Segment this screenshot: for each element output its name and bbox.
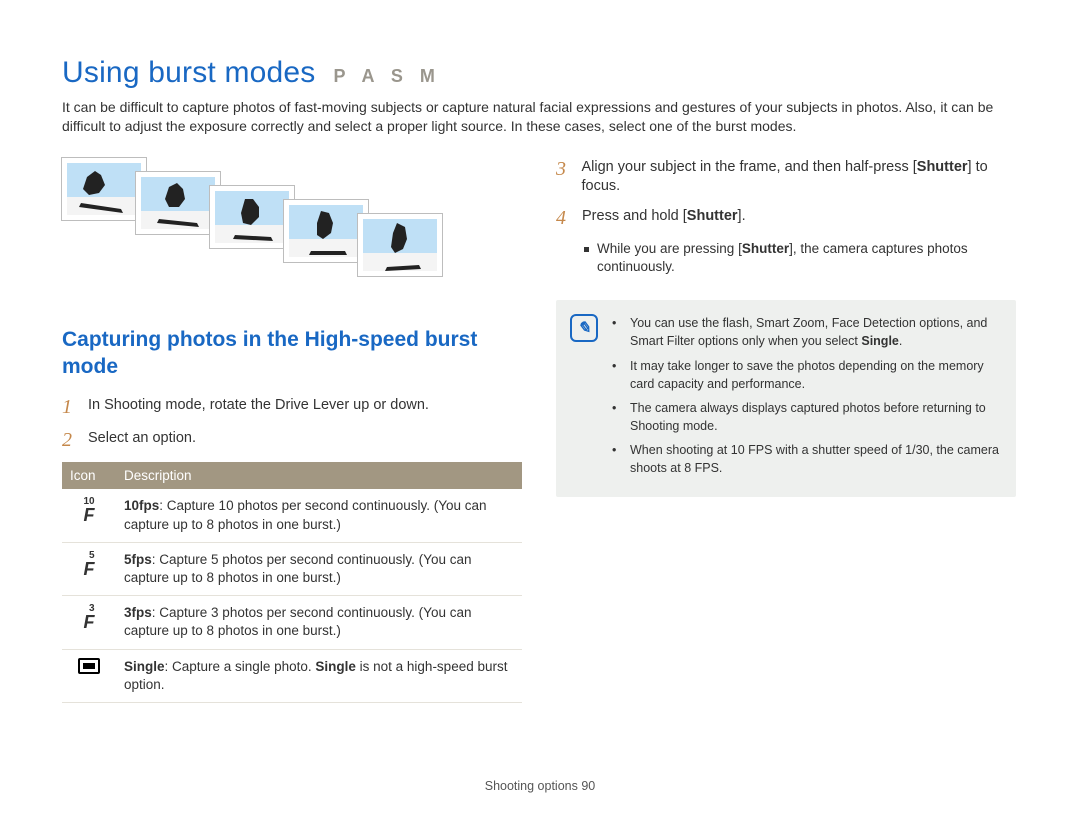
left-column: Capturing photos in the High-speed burst… xyxy=(62,158,522,703)
title-row: Using burst modes P A S M xyxy=(62,56,1018,90)
th-description: Description xyxy=(116,462,522,489)
th-icon: Icon xyxy=(62,462,116,489)
page-footer: Shooting options 90 xyxy=(0,779,1080,793)
fps-10-icon: 10F xyxy=(83,497,94,523)
note-item: When shooting at 10 FPS with a shutter s… xyxy=(612,441,1000,477)
step-4-sub: While you are pressing [Shutter], the ca… xyxy=(584,240,1016,276)
step-number: 1 xyxy=(62,396,78,419)
note-item: It may take longer to save the photos de… xyxy=(612,357,1000,393)
table-row: Single: Capture a single photo. Single i… xyxy=(62,649,522,702)
step-number: 2 xyxy=(62,429,78,452)
step-text: In Shooting mode, rotate the Drive Lever… xyxy=(88,396,429,416)
step-text: Press and hold [Shutter]. xyxy=(582,207,746,227)
row-description: 3fps: Capture 3 photos per second contin… xyxy=(116,596,522,649)
step-number: 3 xyxy=(556,158,571,181)
single-shot-icon xyxy=(78,658,100,674)
step-text: Select an option. xyxy=(88,429,196,449)
table-row: 10F 10fps: Capture 10 photos per second … xyxy=(62,489,522,542)
row-description: Single: Capture a single photo. Single i… xyxy=(116,649,522,702)
step-3: 3 Align your subject in the frame, and t… xyxy=(556,158,1016,197)
fps-5-icon: 5F xyxy=(84,551,95,577)
thumb-3 xyxy=(210,186,294,248)
note-item: You can use the flash, Smart Zoom, Face … xyxy=(612,314,1000,350)
right-column: 3 Align your subject in the frame, and t… xyxy=(556,158,1016,703)
note-list: You can use the flash, Smart Zoom, Face … xyxy=(612,314,1000,483)
note-icon: ✎ xyxy=(570,314,598,342)
row-description: 5fps: Capture 5 photos per second contin… xyxy=(116,542,522,595)
note-box: ✎ You can use the flash, Smart Zoom, Fac… xyxy=(556,300,1016,497)
step-4: 4 Press and hold [Shutter]. xyxy=(556,207,1016,230)
step-text: Align your subject in the frame, and the… xyxy=(581,158,1016,197)
page-title: Using burst modes xyxy=(62,56,316,90)
note-item: The camera always displays captured phot… xyxy=(612,399,1000,435)
step-2: 2 Select an option. xyxy=(62,429,522,452)
table-row: 3F 3fps: Capture 3 photos per second con… xyxy=(62,596,522,649)
step-1: 1 In Shooting mode, rotate the Drive Lev… xyxy=(62,396,522,419)
intro-paragraph: It can be difficult to capture photos of… xyxy=(62,98,1018,136)
thumb-2 xyxy=(136,172,220,234)
burst-thumbnails xyxy=(62,158,522,298)
thumb-4 xyxy=(284,200,368,262)
thumb-5 xyxy=(358,214,442,276)
thumb-1 xyxy=(62,158,146,220)
bullet-dot-icon xyxy=(584,247,589,252)
mode-indicator: P A S M xyxy=(334,66,441,87)
table-row: 5F 5fps: Capture 5 photos per second con… xyxy=(62,542,522,595)
section-subhead: Capturing photos in the High-speed burst… xyxy=(62,326,522,381)
options-table: Icon Description 10F 10fps: Capture 10 p… xyxy=(62,462,522,703)
row-description: 10fps: Capture 10 photos per second cont… xyxy=(116,489,522,542)
fps-3-icon: 3F xyxy=(84,604,95,630)
step-number: 4 xyxy=(556,207,572,230)
